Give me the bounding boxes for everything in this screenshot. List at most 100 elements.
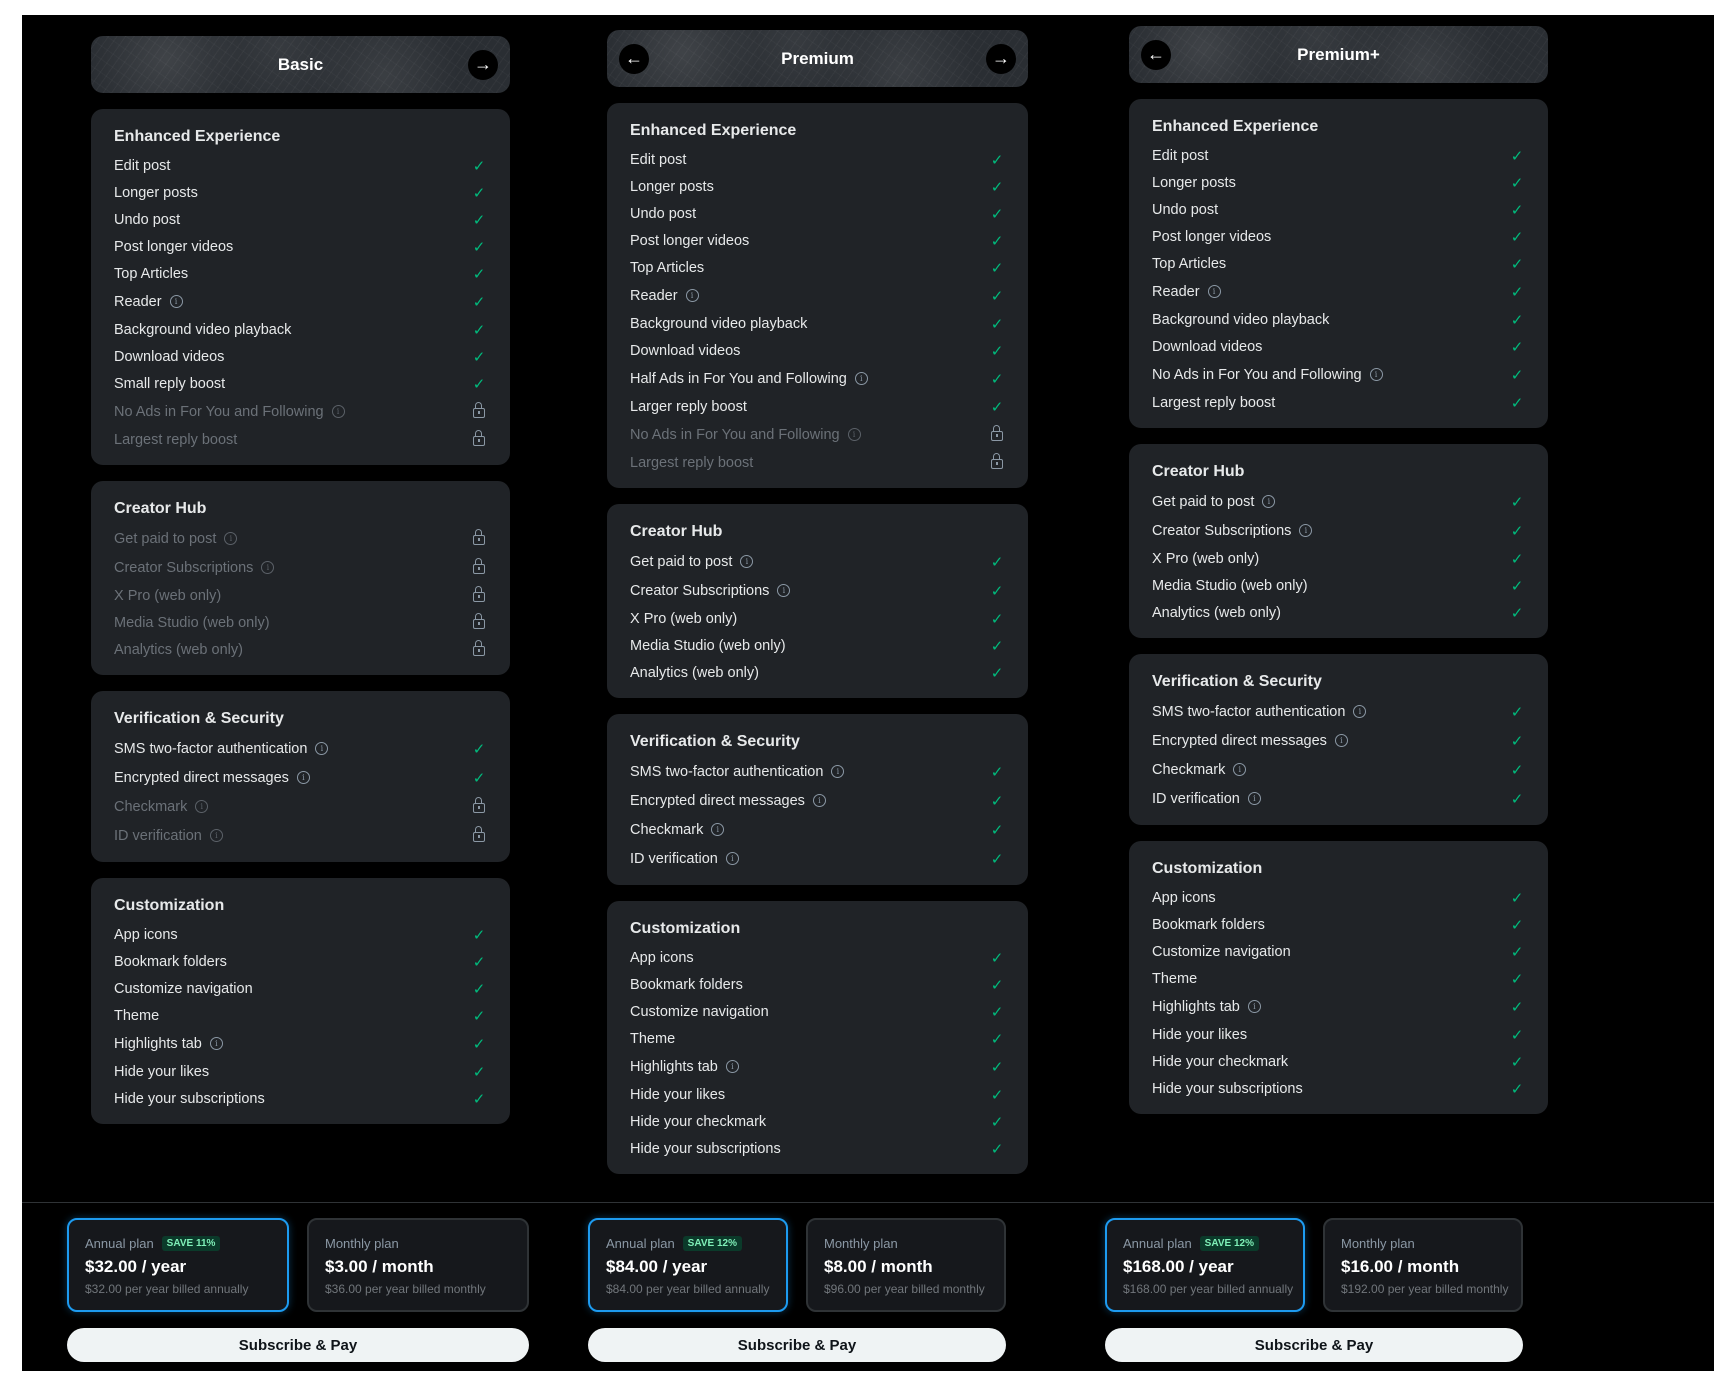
- checkmark-icon: ✓: [1510, 915, 1524, 934]
- feature-label: Hide your checkmark: [1152, 1053, 1289, 1070]
- feature-row: Encrypted direct messages i ✓: [1152, 726, 1525, 755]
- forward-arrow-icon[interactable]: →: [468, 49, 498, 80]
- feature-label: Undo post: [114, 211, 181, 228]
- feature-row: SMS two-factor authentication i ✓: [1152, 697, 1525, 726]
- info-icon[interactable]: i: [169, 295, 183, 308]
- checkmark-icon: ✓: [472, 374, 486, 393]
- feature-label: Reader: [114, 293, 162, 310]
- checkmark-icon: ✓: [990, 258, 1004, 277]
- info-icon[interactable]: i: [1247, 1000, 1261, 1013]
- info-icon[interactable]: i: [224, 532, 238, 545]
- subscribe-pay-button[interactable]: Subscribe & Pay: [1105, 1328, 1523, 1362]
- checkmark-icon: ✓: [1510, 942, 1524, 961]
- save-badge: SAVE 12%: [1199, 1236, 1259, 1251]
- feature-row: Longer posts ✓: [630, 173, 1005, 200]
- annual-plan-option[interactable]: Annual plan SAVE 11% $32.00 / year $32.0…: [67, 1218, 289, 1312]
- lock-icon: [471, 429, 487, 450]
- back-arrow-icon[interactable]: ←: [1141, 39, 1171, 70]
- info-icon[interactable]: i: [195, 800, 209, 813]
- feature-row: Undo post ✓: [630, 200, 1005, 227]
- feature-row: Customize navigation ✓: [630, 998, 1005, 1025]
- feature-row: Checkmark i ✓: [1152, 755, 1525, 784]
- feature-label: Hide your subscriptions: [1152, 1080, 1303, 1097]
- info-icon[interactable]: i: [1353, 705, 1367, 718]
- info-icon[interactable]: i: [1299, 524, 1313, 537]
- forward-arrow-icon[interactable]: →: [986, 43, 1016, 74]
- monthly-plan-option[interactable]: Monthly plan $3.00 / month $36.00 per ye…: [307, 1218, 529, 1312]
- checkmark-icon: ✓: [990, 762, 1004, 781]
- feature-label: Post longer videos: [1152, 228, 1272, 245]
- feature-label: Small reply boost: [114, 375, 226, 392]
- info-icon[interactable]: i: [1247, 792, 1261, 805]
- info-icon[interactable]: i: [812, 794, 826, 807]
- feature-row: Creator Subscriptions i: [114, 553, 487, 582]
- info-icon[interactable]: i: [725, 1060, 739, 1073]
- monthly-plan-label: Monthly plan: [1341, 1236, 1415, 1251]
- feature-row: Reader i ✓: [1152, 277, 1525, 306]
- annual-plan-label: Annual plan: [1123, 1236, 1192, 1251]
- checkmark-icon: ✓: [990, 609, 1004, 628]
- feature-label: Hide your subscriptions: [630, 1140, 781, 1157]
- subscribe-pay-button[interactable]: Subscribe & Pay: [588, 1328, 1006, 1362]
- checkmark-icon: ✓: [472, 183, 486, 202]
- info-icon[interactable]: i: [831, 765, 845, 778]
- info-icon[interactable]: i: [1262, 495, 1276, 508]
- info-icon[interactable]: i: [209, 1037, 223, 1050]
- info-icon[interactable]: i: [331, 405, 345, 418]
- feature-label: No Ads in For You and Following: [114, 403, 324, 420]
- checkmark-icon: ✓: [1510, 549, 1524, 568]
- annual-plan-label: Annual plan: [606, 1236, 675, 1251]
- feature-row: Small reply boost ✓: [114, 370, 487, 397]
- feature-label: ID verification: [630, 850, 718, 867]
- feature-label: X Pro (web only): [630, 610, 738, 627]
- info-icon[interactable]: i: [685, 289, 699, 302]
- annual-plan-option[interactable]: Annual plan SAVE 12% $84.00 / year $84.0…: [588, 1218, 788, 1312]
- checkmark-icon: ✓: [990, 849, 1004, 868]
- feature-label: SMS two-factor authentication: [630, 763, 824, 780]
- checkmark-icon: ✓: [990, 204, 1004, 223]
- feature-row: App icons ✓: [1152, 884, 1525, 911]
- feature-label: Post longer videos: [114, 238, 234, 255]
- feature-sections: Enhanced Experience Edit post ✓ Longer post…: [91, 109, 510, 1124]
- annual-plan-option[interactable]: Annual plan SAVE 12% $168.00 / year $168…: [1105, 1218, 1305, 1312]
- info-icon[interactable]: i: [1207, 285, 1221, 298]
- checkmark-icon: ✓: [1510, 227, 1524, 246]
- annual-billing-note: $84.00 per year billed annually: [606, 1282, 770, 1296]
- monthly-plan-option[interactable]: Monthly plan $16.00 / month $192.00 per …: [1323, 1218, 1523, 1312]
- info-icon[interactable]: i: [1369, 368, 1383, 381]
- feature-row: Encrypted direct messages i ✓: [630, 786, 1005, 815]
- plan-header: ← Premium →: [607, 30, 1028, 87]
- lock-icon: [471, 401, 487, 422]
- lock-icon-shape: [473, 796, 485, 813]
- info-icon[interactable]: i: [711, 823, 725, 836]
- info-icon[interactable]: i: [854, 372, 868, 385]
- info-icon[interactable]: i: [725, 852, 739, 865]
- checkmark-icon: ✓: [990, 552, 1004, 571]
- info-icon[interactable]: i: [315, 742, 329, 755]
- info-icon[interactable]: i: [847, 428, 861, 441]
- info-icon[interactable]: i: [1233, 763, 1247, 776]
- feature-label: Top Articles: [1152, 255, 1227, 272]
- checkmark-icon: ✓: [1510, 969, 1524, 988]
- feature-label: Longer posts: [1152, 174, 1236, 191]
- monthly-billing-note: $96.00 per year billed monthly: [824, 1282, 985, 1296]
- info-icon[interactable]: i: [777, 584, 791, 597]
- back-arrow-icon[interactable]: ←: [619, 43, 649, 74]
- subscribe-pay-button[interactable]: Subscribe & Pay: [67, 1328, 529, 1362]
- info-icon[interactable]: i: [740, 555, 754, 568]
- feature-label: Edit post: [1152, 147, 1209, 164]
- feature-row: Top Articles ✓: [1152, 250, 1525, 277]
- feature-row: Highlights tab i ✓: [1152, 992, 1525, 1021]
- feature-section: Customization App icons ✓ Bookmark folders ✓…: [91, 878, 510, 1124]
- info-icon[interactable]: i: [261, 561, 275, 574]
- lock-icon-shape: [473, 429, 485, 446]
- info-icon[interactable]: i: [296, 771, 310, 784]
- info-icon[interactable]: i: [209, 829, 223, 842]
- feature-row: Half Ads in For You and Following i ✓: [630, 364, 1005, 393]
- section-title: Customization: [114, 897, 225, 914]
- info-icon[interactable]: i: [1334, 734, 1348, 747]
- feature-row: Background video playback ✓: [114, 316, 487, 343]
- monthly-plan-option[interactable]: Monthly plan $8.00 / month $96.00 per ye…: [806, 1218, 1006, 1312]
- feature-label: Hide your subscriptions: [114, 1090, 265, 1107]
- feature-label: App icons: [114, 926, 178, 943]
